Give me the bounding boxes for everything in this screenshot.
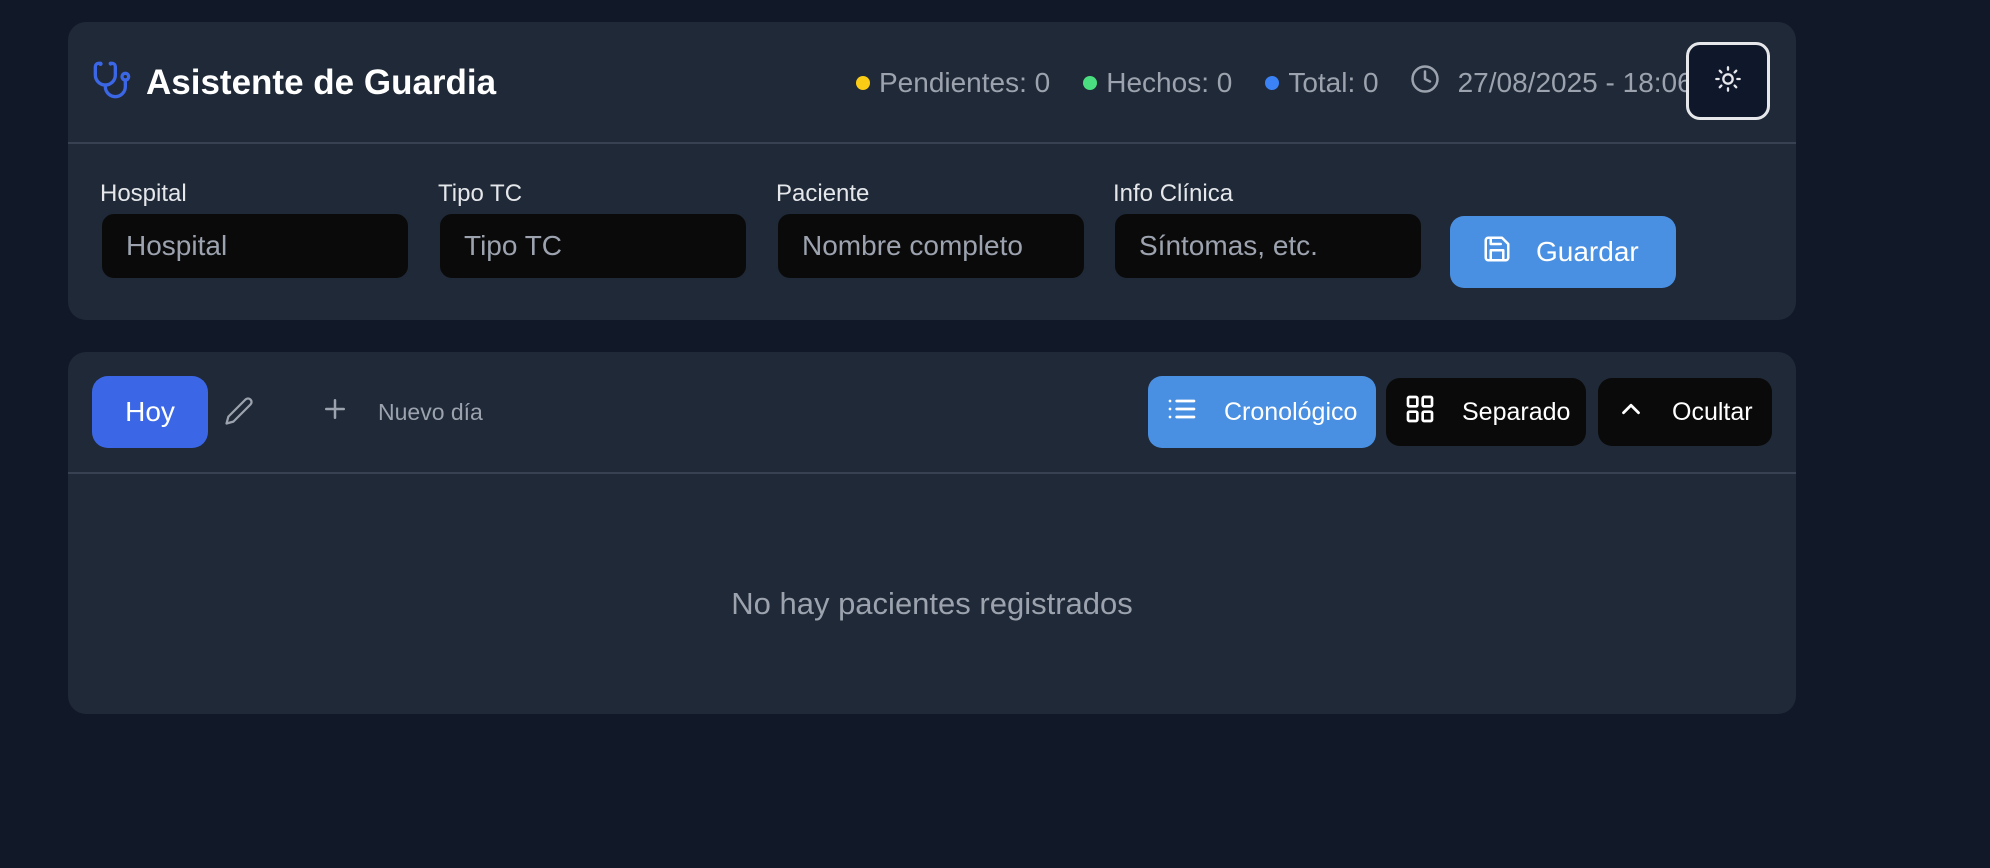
hide-button[interactable]: Ocultar [1598, 378, 1772, 446]
empty-state-message: No hay pacientes registrados [731, 586, 1133, 621]
view-separate-button[interactable]: Separado [1386, 378, 1586, 446]
paciente-field: Paciente [776, 180, 1086, 280]
tipo-tc-field: Tipo TC [438, 180, 748, 280]
new-day-label: Nuevo día [378, 398, 483, 425]
edit-day-button[interactable] [224, 396, 254, 431]
view-chronological-label: Cronológico [1224, 397, 1358, 426]
info-clinica-input[interactable] [1113, 212, 1423, 280]
save-icon [1482, 234, 1512, 271]
tab-today[interactable]: Hoy [92, 376, 208, 448]
clock-icon [1410, 64, 1440, 101]
hospital-input[interactable] [100, 212, 410, 280]
main-panel: Asistente de Guardia Pendientes: 0 Hecho… [68, 22, 1796, 320]
info-clinica-label: Info Clínica [1113, 180, 1234, 207]
pencil-icon [224, 397, 254, 430]
stethoscope-icon [92, 60, 132, 105]
grid-icon [1404, 393, 1436, 432]
brand: Asistente de Guardia [92, 60, 496, 105]
tipo-tc-input[interactable] [438, 212, 748, 280]
stat-pending-label: Pendientes: 0 [879, 66, 1051, 98]
paciente-label: Paciente [776, 180, 870, 207]
hide-label: Ocultar [1672, 397, 1753, 426]
stat-done-label: Hechos: 0 [1106, 66, 1233, 98]
hospital-label: Hospital [100, 180, 187, 207]
paciente-input[interactable] [776, 212, 1086, 280]
view-chronological-button[interactable]: Cronológico [1148, 376, 1376, 448]
total-dot-icon [1265, 75, 1280, 90]
pending-dot-icon [856, 75, 870, 90]
stat-total: Total: 0 [1265, 66, 1379, 99]
new-day-button[interactable]: Nuevo día [320, 394, 483, 430]
chevron-up-icon [1616, 394, 1646, 431]
tipo-tc-label: Tipo TC [438, 180, 523, 207]
info-clinica-field: Info Clínica [1113, 180, 1423, 280]
save-button[interactable]: Guardar [1450, 216, 1676, 288]
plus-icon [320, 394, 350, 430]
day-toolbar: Hoy Nuevo día Cronológico Separado Ocult… [68, 352, 1796, 474]
datetime: 27/08/2025 - 18:06 [1410, 64, 1693, 101]
patients-panel: Hoy Nuevo día Cronológico Separado Ocult… [68, 352, 1796, 714]
done-dot-icon [1083, 75, 1098, 90]
app-header: Asistente de Guardia Pendientes: 0 Hecho… [68, 22, 1796, 144]
theme-toggle-button[interactable] [1686, 42, 1770, 120]
hospital-field: Hospital [100, 180, 410, 280]
save-button-label: Guardar [1536, 236, 1639, 267]
sun-icon [1714, 65, 1742, 98]
stats-bar: Pendientes: 0 Hechos: 0 Total: 0 27/08/2… [856, 64, 1693, 101]
list-icon [1166, 393, 1198, 432]
datetime-label: 27/08/2025 - 18:06 [1457, 66, 1693, 98]
patient-form: Hospital Tipo TC Paciente Info Clínica G… [68, 144, 1796, 320]
stat-total-label: Total: 0 [1288, 66, 1379, 98]
stat-pending: Pendientes: 0 [856, 67, 1050, 99]
view-separate-label: Separado [1462, 397, 1571, 426]
tab-today-label: Hoy [125, 396, 175, 427]
app-title: Asistente de Guardia [146, 62, 497, 102]
stat-done: Hechos: 0 [1083, 67, 1232, 99]
